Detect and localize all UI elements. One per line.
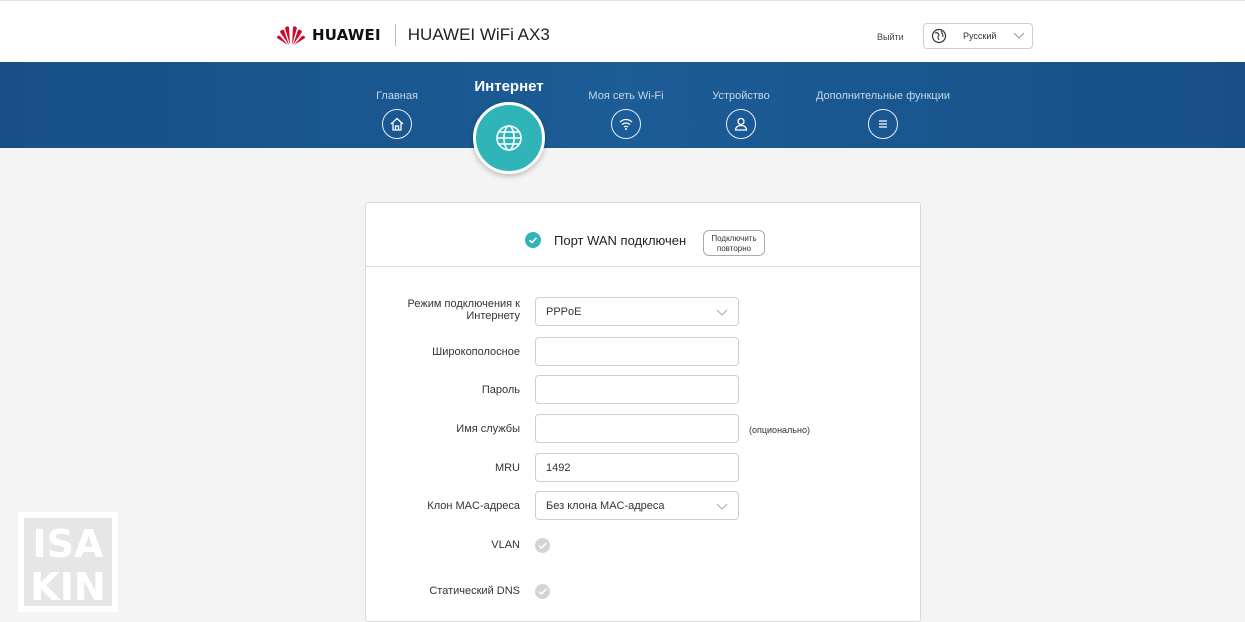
watermark-line1: ISA (33, 522, 105, 566)
brand: HUAWEI HUAWEI WiFi AX3 (276, 24, 550, 46)
broadband-label: Широкополосное (432, 346, 520, 358)
vlan-check-icon[interactable] (535, 538, 550, 553)
connection-mode-label: Режим подключения к Интернету (408, 298, 520, 322)
service-name-row: Имя службы (опционально) (366, 414, 920, 444)
huawei-logo-icon (277, 26, 305, 45)
password-field[interactable] (535, 375, 739, 404)
connection-mode-label-line1: Режим подключения к (407, 298, 520, 310)
logout-link[interactable]: Выйти (877, 32, 904, 42)
home-icon (382, 109, 412, 139)
nav-item-label: Моя сеть Wi-Fi (588, 90, 664, 102)
top-bar: HUAWEI HUAWEI WiFi AX3 Выйти Русский (0, 0, 1245, 63)
mac-clone-label: Клон MAC-адреса (427, 500, 520, 512)
internet-settings-card: Порт WAN подключен Подключить повторно Ре… (365, 202, 921, 622)
vlan-row: VLAN (366, 537, 920, 567)
password-input[interactable] (546, 383, 728, 396)
wifi-icon (611, 109, 641, 139)
connection-mode-select[interactable]: PPPoE (535, 297, 739, 326)
password-label: Пароль (481, 384, 520, 396)
nav-item-label: Дополнительные функции (815, 90, 951, 102)
chevron-down-icon (716, 309, 728, 316)
product-title: HUAWEI WiFi AX3 (407, 25, 550, 44)
mac-clone-select[interactable]: Без клона MAC-адреса (535, 491, 739, 520)
wan-status-text: Порт WAN подключен (554, 233, 687, 248)
broadband-row: Широкополосное (366, 337, 920, 367)
mru-row: MRU (366, 453, 920, 483)
check-circle-icon (525, 232, 541, 248)
password-row: Пароль (366, 375, 920, 405)
internet-active-globe-button[interactable] (473, 102, 545, 174)
nav-item-label: Устройство (712, 90, 770, 102)
globe-icon (496, 125, 522, 151)
reconnect-button[interactable]: Подключить повторно (703, 230, 765, 256)
mru-label: MRU (494, 462, 520, 474)
brand-name: HUAWEI (312, 26, 381, 44)
nav-item-label: Главная (376, 90, 418, 102)
connection-mode-value: PPPoE (546, 305, 582, 318)
language-label: Русский (963, 31, 997, 41)
static-dns-label: Статический DNS (429, 585, 520, 597)
connection-mode-row: Режим подключения к Интернету PPPoE (366, 297, 920, 327)
user-icon (726, 109, 756, 139)
vlan-label: VLAN (491, 539, 520, 551)
service-name-hint: (опционально) (749, 425, 810, 435)
watermark-logo: ISA KIN (18, 512, 118, 612)
watermark-line2: KIN (30, 565, 105, 609)
brand-divider (394, 24, 396, 46)
mru-input[interactable] (546, 461, 728, 474)
static-dns-check-icon[interactable] (535, 584, 550, 599)
mac-clone-row: Клон MAC-адреса Без клона MAC-адреса (366, 491, 920, 521)
service-name-input[interactable] (546, 422, 728, 435)
mac-clone-value: Без клона MAC-адреса (546, 499, 665, 512)
language-select[interactable]: Русский (923, 23, 1033, 49)
reconnect-label-line2: повторно (716, 243, 752, 253)
broadband-input[interactable] (546, 345, 728, 358)
chevron-down-icon (716, 503, 728, 510)
connection-mode-label-line2: Интернету (466, 310, 520, 322)
broadband-field[interactable] (535, 337, 739, 366)
chevron-down-icon (1013, 32, 1025, 39)
nav-item-label: Интернет (474, 78, 544, 95)
mru-field[interactable] (535, 453, 739, 482)
service-name-label: Имя службы (456, 423, 520, 435)
main-navigation: Главная Интернет Моя сеть Wi-Fi Устройст… (0, 62, 1245, 148)
wan-status-row: Порт WAN подключен Подключить повторно (366, 203, 920, 267)
static-dns-row: Статический DNS (366, 581, 920, 611)
service-name-field[interactable] (535, 414, 739, 443)
reconnect-label-line1: Подключить (711, 233, 757, 243)
menu-icon (868, 109, 898, 139)
globe-icon (931, 28, 947, 44)
